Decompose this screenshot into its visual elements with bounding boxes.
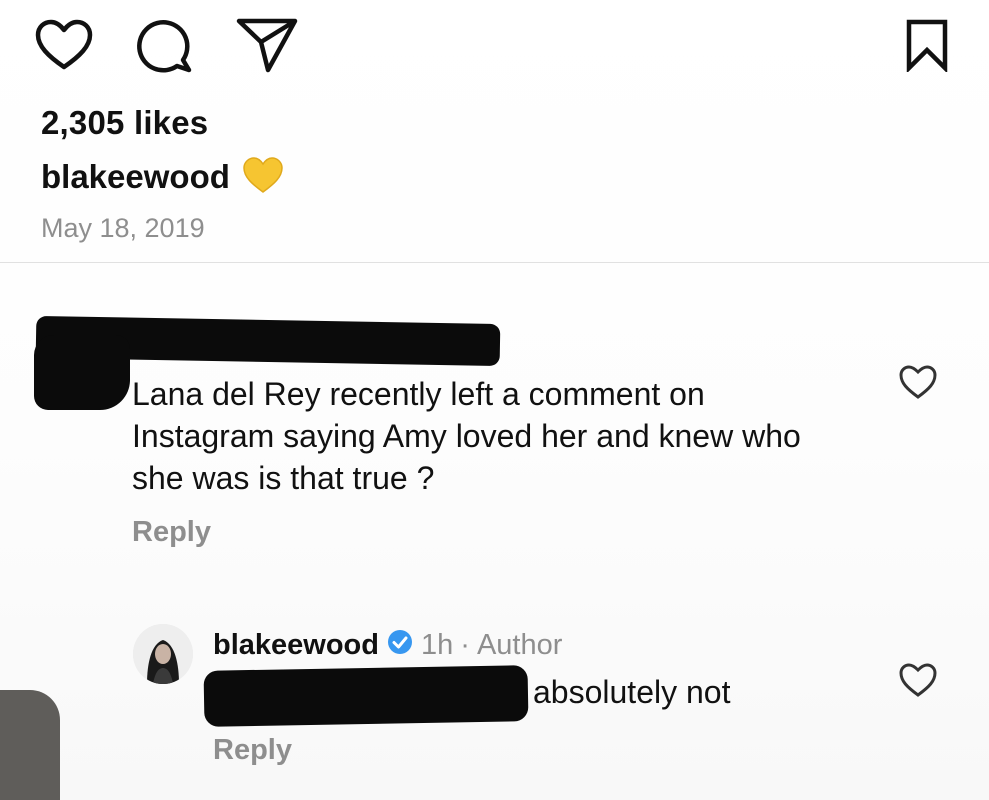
yellow-heart-icon (242, 156, 284, 199)
heart-icon[interactable] (34, 18, 94, 72)
reply-timestamp: 1h (421, 628, 454, 661)
post-action-bar (34, 14, 949, 76)
bookmark-icon[interactable] (905, 18, 949, 72)
comment-like-heart-icon[interactable] (898, 364, 938, 405)
reply-username[interactable]: blakeewood (213, 629, 379, 662)
redacted-avatar (34, 335, 130, 410)
partial-image-thumbnail (0, 690, 60, 800)
avatar[interactable] (133, 624, 193, 684)
post-view: 2,305 likes blakeewood May 18, 2019 Lana… (0, 0, 989, 800)
redacted-mention (203, 665, 529, 727)
author-label: Author (476, 628, 563, 661)
caption-username[interactable]: blakeewood (41, 158, 230, 196)
reply-button[interactable]: Reply (132, 516, 211, 549)
reply-button[interactable]: Reply (213, 734, 292, 767)
comment-icon[interactable] (136, 16, 194, 74)
divider (0, 262, 989, 263)
post-date: May 18, 2019 (41, 213, 205, 243)
comment-text: Lana del Rey recently left a comment on … (132, 376, 801, 496)
reply-like-heart-icon[interactable] (898, 662, 938, 703)
post-caption: blakeewood (41, 154, 284, 199)
separator-dot: · (460, 628, 470, 661)
verified-badge-icon (386, 628, 414, 664)
reply-text: absolutely not (533, 674, 731, 710)
likes-count[interactable]: 2,305 likes (41, 104, 208, 142)
share-icon[interactable] (235, 16, 299, 74)
reply-header: blakeewood 1h · Author (213, 626, 562, 664)
